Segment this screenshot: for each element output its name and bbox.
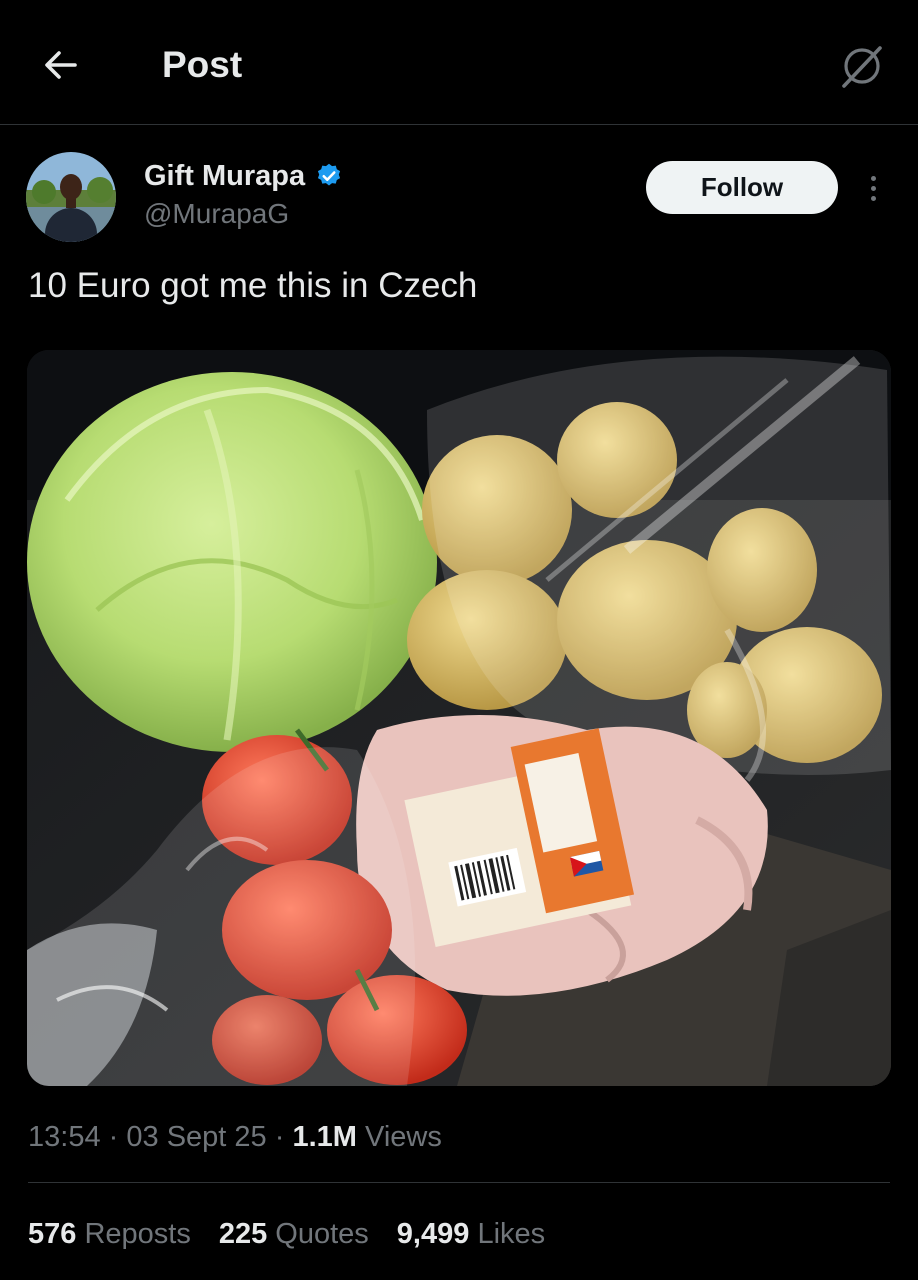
post-date: 03 Sept 25 (126, 1121, 267, 1153)
meta-separator: · (108, 1121, 119, 1153)
follow-button[interactable]: Follow (646, 161, 838, 214)
quotes-count: 225 (218, 1218, 268, 1250)
quotes-stat[interactable]: 225 Quotes (219, 1214, 369, 1254)
author-name-row: Gift Murapa (144, 156, 343, 196)
post-text: 10 Euro got me this in Czech (28, 266, 478, 305)
likes-label: Likes (477, 1218, 546, 1250)
reposts-label: Reposts (84, 1218, 191, 1250)
avatar[interactable] (26, 152, 116, 242)
page-title: Post (162, 44, 243, 85)
post-image[interactable] (27, 350, 891, 1086)
post-time: 13:54 (28, 1121, 101, 1153)
groceries-photo (27, 350, 891, 1086)
quotes-label: Quotes (275, 1218, 369, 1250)
arrow-left-icon (45, 51, 77, 79)
stats-divider (28, 1182, 890, 1183)
author-name[interactable]: Gift Murapa (144, 160, 305, 193)
likes-stat[interactable]: 9,499 Likes (397, 1214, 545, 1254)
more-vertical-icon (870, 175, 876, 181)
header-divider (0, 124, 918, 125)
likes-count: 9,499 (396, 1218, 470, 1250)
author-handle[interactable]: @MurapaG (144, 196, 289, 232)
reposts-stat[interactable]: 576 Reposts (28, 1214, 191, 1254)
verified-badge-icon (318, 163, 341, 186)
back-button[interactable] (36, 40, 86, 90)
more-options-button[interactable] (858, 168, 888, 208)
views-stat[interactable]: 1.1M Views (292, 1121, 441, 1153)
grok-button[interactable] (834, 38, 890, 94)
meta-separator: · (274, 1121, 285, 1153)
views-label: Views (365, 1121, 442, 1153)
engagement-stats: 576 Reposts 225 Quotes 9,499 Likes (28, 1214, 545, 1254)
reposts-count: 576 (28, 1218, 77, 1250)
views-count: 1.1M (292, 1121, 357, 1153)
grok-slash-icon (842, 46, 882, 88)
post-meta: 13:54 · 03 Sept 25 · 1.1M Views (28, 1117, 442, 1157)
avatar-image (26, 152, 116, 242)
